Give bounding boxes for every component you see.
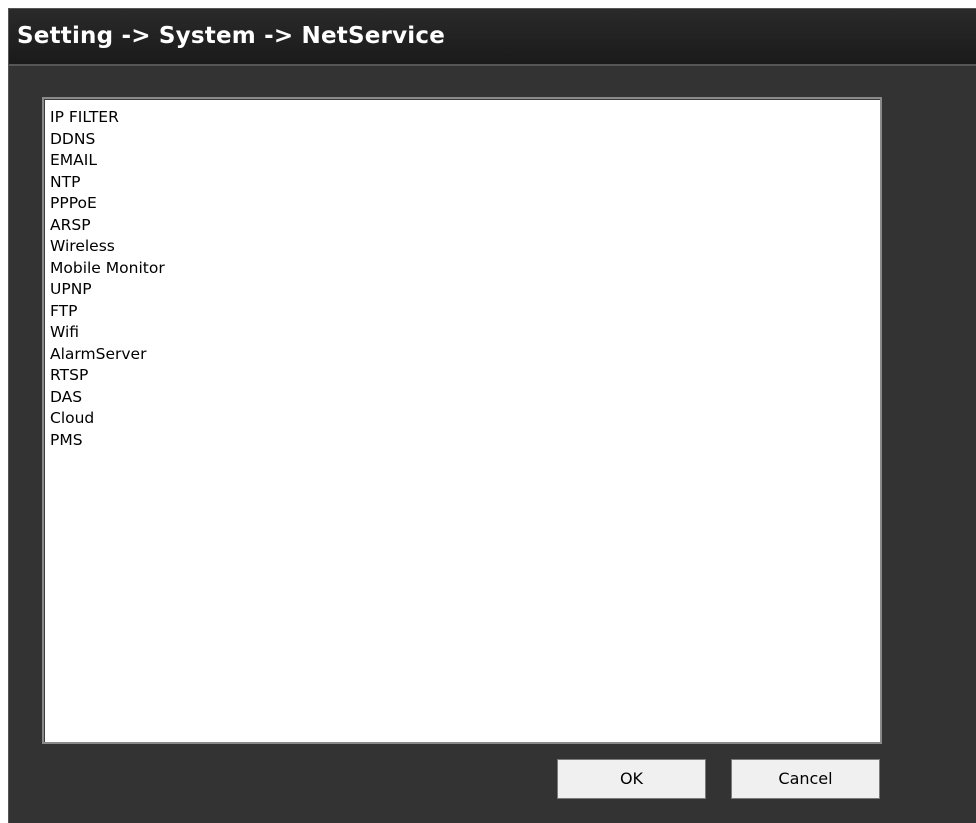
list-item-das[interactable]: DAS [50,387,880,409]
list-item-arsp[interactable]: ARSP [50,215,880,237]
list-item-ddns[interactable]: DDNS [50,129,880,151]
list-item-ip-filter[interactable]: IP FILTER [50,107,880,129]
list-item-pms[interactable]: PMS [50,430,880,452]
cancel-button[interactable]: Cancel [731,759,880,799]
netservice-dialog: Setting -> System -> NetService IP FILTE… [8,8,976,823]
list-item-wifi[interactable]: Wifi [50,322,880,344]
list-item-upnp[interactable]: UPNP [50,279,880,301]
list-item-cloud[interactable]: Cloud [50,408,880,430]
list-item-ntp[interactable]: NTP [50,172,880,194]
list-item-pppoe[interactable]: PPPoE [50,193,880,215]
ok-button[interactable]: OK [557,759,706,799]
list-item-email[interactable]: EMAIL [50,150,880,172]
list-item-rtsp[interactable]: RTSP [50,365,880,387]
window-title: Setting -> System -> NetService [17,23,446,49]
list-item-wireless[interactable]: Wireless [50,236,880,258]
list-item-ftp[interactable]: FTP [50,301,880,323]
title-bar: Setting -> System -> NetService [9,9,976,66]
list-item-mobile-monitor[interactable]: Mobile Monitor [50,258,880,280]
netservice-list[interactable]: IP FILTER DDNS EMAIL NTP PPPoE ARSP Wire… [42,97,882,744]
list-item-alarmserver[interactable]: AlarmServer [50,344,880,366]
